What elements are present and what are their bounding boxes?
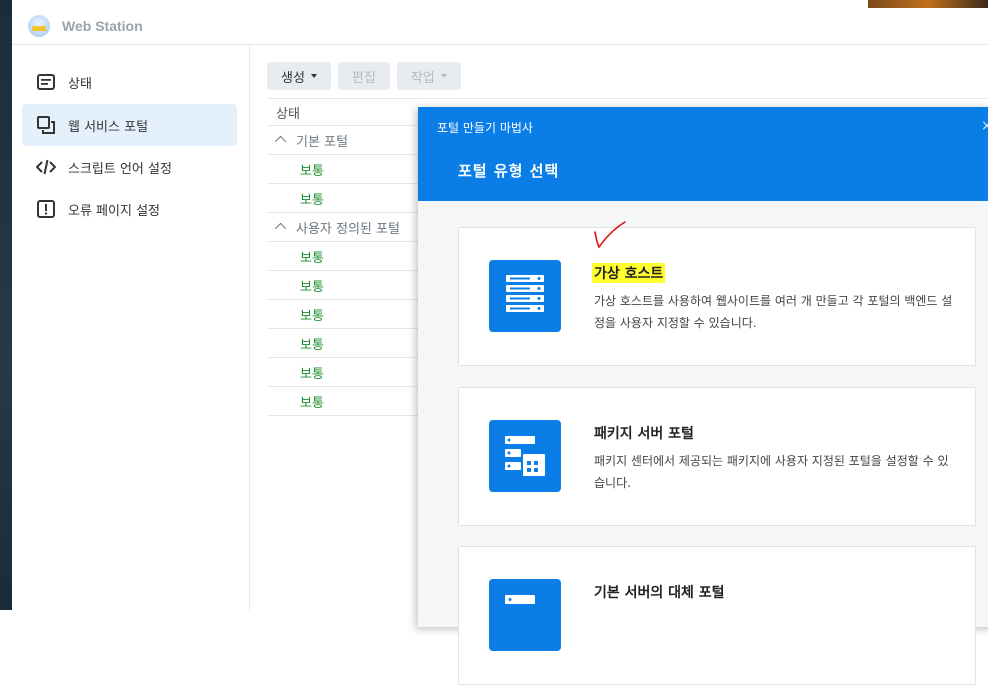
chevron-down-icon: [440, 74, 447, 78]
sidebar-item-label: 오류 페이지 설정: [68, 203, 160, 219]
column-header-status[interactable]: 상태: [267, 103, 300, 122]
status-text: 보통: [300, 192, 324, 208]
group-label: 사용자 정의된 포털: [296, 221, 400, 237]
sidebar-item-label: 상태: [68, 76, 92, 92]
sidebar-item-label: 스크립트 언어 설정: [68, 161, 172, 177]
sidebar-item-script-language[interactable]: 스크립트 언어 설정: [22, 146, 237, 188]
status-text: 보통: [300, 250, 324, 266]
option-description: 가상 호스트를 사용하여 웹사이트를 여러 개 만들고 각 포털의 백엔드 설정…: [594, 294, 953, 330]
close-icon[interactable]: ×: [981, 118, 988, 134]
package-server-icon: [489, 420, 561, 492]
chevron-down-icon: [310, 74, 317, 78]
wallpaper-left: [0, 0, 12, 610]
sidebar-item-web-portal[interactable]: 웹 서비스 포털: [22, 104, 237, 146]
default-server-icon: [489, 579, 561, 651]
server-stack-icon: [489, 260, 561, 332]
group-label: 기본 포털: [296, 134, 348, 150]
chevron-up-icon: [274, 135, 287, 148]
error-icon: [36, 200, 56, 218]
action-button-label: 작업: [410, 70, 435, 86]
chevron-up-icon: [274, 222, 287, 235]
sidebar-item-label: 웹 서비스 포털: [68, 119, 149, 135]
app-title: Web Station: [62, 18, 143, 34]
titlebar: Web Station: [12, 8, 988, 45]
status-text: 보통: [300, 366, 324, 382]
status-text: 보통: [300, 279, 324, 295]
portal-windows-icon: [36, 116, 56, 134]
option-card-default-server[interactable]: 기본 서버의 대체 포털: [458, 546, 976, 685]
status-list-icon: [36, 74, 56, 90]
option-title: 패키지 서버 포털: [594, 426, 694, 442]
sidebar-item-error-page[interactable]: 오류 페이지 설정: [22, 188, 237, 230]
option-title: 기본 서버의 대체 포털: [594, 585, 725, 601]
option-card-package-server[interactable]: 패키지 서버 포털 패키지 센터에서 제공되는 패키지에 사용자 지정된 포털을…: [458, 387, 976, 526]
option-card-virtual-host[interactable]: 가상 호스트 가상 호스트를 사용하여 웹사이트를 여러 개 만들고 각 포털의…: [458, 227, 976, 366]
create-button-label: 생성: [281, 70, 305, 86]
option-title: 가상 호스트: [592, 263, 666, 283]
status-text: 보통: [300, 337, 324, 353]
action-button[interactable]: 작업: [396, 62, 461, 90]
toolbar: 생성 편집 작업: [267, 62, 461, 90]
option-description: 패키지 센터에서 제공되는 패키지에 사용자 지정된 포털을 설정할 수 있습니…: [594, 454, 949, 490]
sidebar-item-status[interactable]: 상태: [22, 61, 237, 103]
wallpaper-strip: [868, 0, 988, 8]
edit-button-label: 편집: [351, 70, 376, 86]
dialog-subtitle: 포털 만들기 마법사: [437, 121, 533, 135]
sidebar: 상태 웹 서비스 포털 스크립트 언어 설정 오류 페이지 설정: [12, 45, 250, 610]
dialog-header: 포털 만들기 마법사 × 포털 유형 선택: [418, 107, 988, 201]
portal-wizard-dialog: 포털 만들기 마법사 × 포털 유형 선택 가상 호스트 가상 호스트를 사용하…: [418, 107, 988, 685]
dialog-title: 포털 유형 선택: [458, 162, 560, 180]
status-text: 보통: [300, 308, 324, 324]
edit-button[interactable]: 편집: [337, 62, 390, 90]
status-text: 보통: [300, 395, 324, 411]
code-icon: [36, 159, 56, 175]
annotation-checkmark: [594, 221, 626, 249]
status-text: 보통: [300, 163, 324, 179]
web-station-logo-icon: [28, 15, 50, 37]
create-button[interactable]: 생성: [267, 62, 331, 90]
